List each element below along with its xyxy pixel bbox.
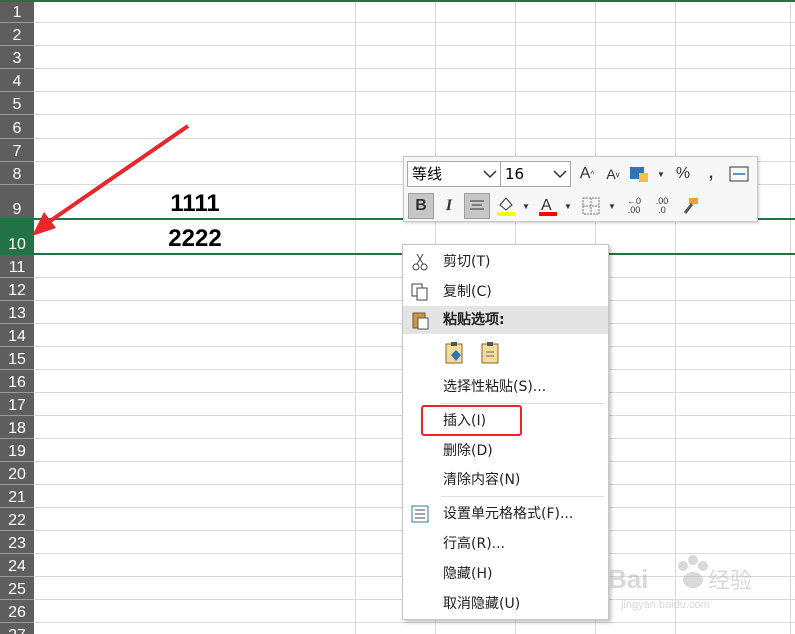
fill-color-dropdown-icon[interactable]: ▼	[522, 202, 530, 211]
row-header[interactable]: 19	[0, 439, 34, 462]
row-header[interactable]: 14	[0, 324, 34, 347]
row-header[interactable]: 13	[0, 301, 34, 324]
decrease-font-button[interactable]: Av	[600, 161, 626, 187]
chevron-down-icon	[483, 170, 497, 179]
format-painter-button[interactable]	[677, 193, 703, 219]
menu-item-label: 清除内容(N)	[443, 472, 521, 488]
menu-item-label: 选择性粘贴(S)...	[443, 379, 547, 395]
menu-item-label: 删除(D)	[443, 443, 493, 459]
insert-highlight-box	[421, 405, 522, 436]
row-header[interactable]: 17	[0, 393, 34, 416]
font-color-dropdown-icon[interactable]: ▼	[564, 202, 572, 211]
row-header[interactable]: 12	[0, 278, 34, 301]
font-color-icon: A	[539, 197, 557, 216]
paste-formatting-button[interactable]	[443, 341, 467, 365]
borders-dropdown-icon[interactable]: ▼	[608, 202, 616, 211]
percent-button[interactable]: %	[670, 161, 696, 187]
format-painter-icon	[683, 198, 698, 214]
merge-icon	[729, 166, 749, 182]
increase-decimal-button[interactable]: ←0.00	[621, 193, 647, 219]
italic-button[interactable]: I	[436, 193, 462, 219]
svg-text:经验: 经验	[708, 569, 752, 594]
accounting-format-button[interactable]	[626, 161, 652, 187]
format-cells-icon	[411, 505, 429, 523]
menu-item-unhide[interactable]: 取消隐藏(U)	[403, 590, 608, 618]
fill-color-icon	[497, 197, 515, 216]
paste-button[interactable]	[479, 341, 503, 365]
merge-center-button[interactable]	[726, 161, 752, 187]
menu-separator	[441, 496, 604, 497]
row-header[interactable]: 21	[0, 485, 34, 508]
font-size-select[interactable]: 16	[500, 161, 571, 187]
menu-item-label: 行高(R)...	[443, 536, 506, 552]
menu-item-delete[interactable]: 删除(D)	[403, 437, 608, 465]
align-center-button[interactable]	[464, 193, 490, 219]
baidu-watermark-logo: Bai 经验 jingyan.baidu.com	[608, 555, 752, 611]
menu-item-label: 粘贴选项:	[443, 312, 505, 328]
svg-text:Bai: Bai	[608, 564, 648, 594]
fill-color-button[interactable]	[493, 193, 519, 219]
menu-separator	[441, 403, 604, 404]
font-size-value: 16	[505, 165, 525, 183]
menu-item-label: 复制(C)	[443, 284, 492, 300]
menu-item-row-height[interactable]: 行高(R)...	[403, 530, 608, 558]
font-name-value: 等线	[412, 165, 443, 183]
increase-decimal-label: .00	[627, 205, 641, 215]
chevron-down-icon	[553, 170, 567, 179]
decrease-decimal-icon: .0	[658, 205, 666, 215]
row-header[interactable]: 16	[0, 370, 34, 393]
paste-formatting-icon	[445, 342, 463, 364]
row-header[interactable]: 18	[0, 416, 34, 439]
row-header[interactable]: 25	[0, 577, 34, 600]
menu-item-hide[interactable]: 隐藏(H)	[403, 560, 608, 588]
svg-text:A: A	[541, 197, 552, 214]
row-header[interactable]: 20	[0, 462, 34, 485]
percent-icon: %	[675, 165, 691, 182]
menu-item-label: 隐藏(H)	[443, 566, 493, 582]
accounting-icon	[630, 167, 648, 182]
copy-icon	[411, 283, 428, 301]
comma-button[interactable]: ,	[698, 161, 724, 187]
scissors-icon	[412, 253, 428, 271]
svg-text:jingyan.baidu.com: jingyan.baidu.com	[620, 599, 710, 611]
menu-item-label: 设置单元格格式(F)...	[443, 506, 574, 522]
clipboard-icon	[481, 342, 499, 364]
menu-item-clear-contents[interactable]: 清除内容(N)	[403, 466, 608, 494]
menu-item-label: 取消隐藏(U)	[443, 596, 521, 612]
row-header[interactable]: 26	[0, 600, 34, 623]
menu-item-cut[interactable]: 剪切(T)	[403, 248, 608, 276]
font-color-button[interactable]: A	[535, 193, 561, 219]
row-header[interactable]: 15	[0, 347, 34, 370]
bold-button[interactable]: B	[408, 193, 434, 219]
menu-item-paste-special[interactable]: 选择性粘贴(S)...	[403, 373, 608, 401]
row-cells[interactable]	[35, 623, 795, 634]
borders-button[interactable]	[578, 193, 604, 219]
row-header[interactable]: 24	[0, 554, 34, 577]
decrease-decimal-button[interactable]: .00.0	[649, 193, 675, 219]
font-name-select[interactable]: 等线	[407, 161, 501, 187]
accounting-dropdown-icon[interactable]: ▼	[657, 170, 665, 179]
paste-icon	[412, 312, 429, 330]
comma-icon: ,	[708, 165, 714, 182]
increase-font-icon: A	[579, 165, 591, 182]
menu-item-label: 剪切(T)	[443, 254, 491, 270]
menu-header-paste-options: 粘贴选项:	[403, 306, 608, 334]
menu-item-format-cells[interactable]: 设置单元格格式(F)...	[403, 500, 608, 528]
align-center-icon	[470, 200, 484, 210]
row-header[interactable]: 23	[0, 531, 34, 554]
row-header[interactable]: 22	[0, 508, 34, 531]
increase-font-button[interactable]: A ^	[574, 161, 600, 187]
borders-icon	[582, 197, 600, 215]
mini-toolbar: 等线 16 A ^ Av ▼ % , B I ▼ A ▼ ▼ ←0.00 .00.…	[403, 156, 758, 222]
row-header[interactable]: 27	[0, 623, 34, 634]
italic-icon: I	[445, 197, 453, 214]
annotation-arrow-icon	[32, 124, 190, 236]
menu-item-copy[interactable]: 复制(C)	[403, 278, 608, 306]
bold-icon: B	[415, 197, 427, 214]
decrease-font-icon: A	[606, 166, 616, 182]
